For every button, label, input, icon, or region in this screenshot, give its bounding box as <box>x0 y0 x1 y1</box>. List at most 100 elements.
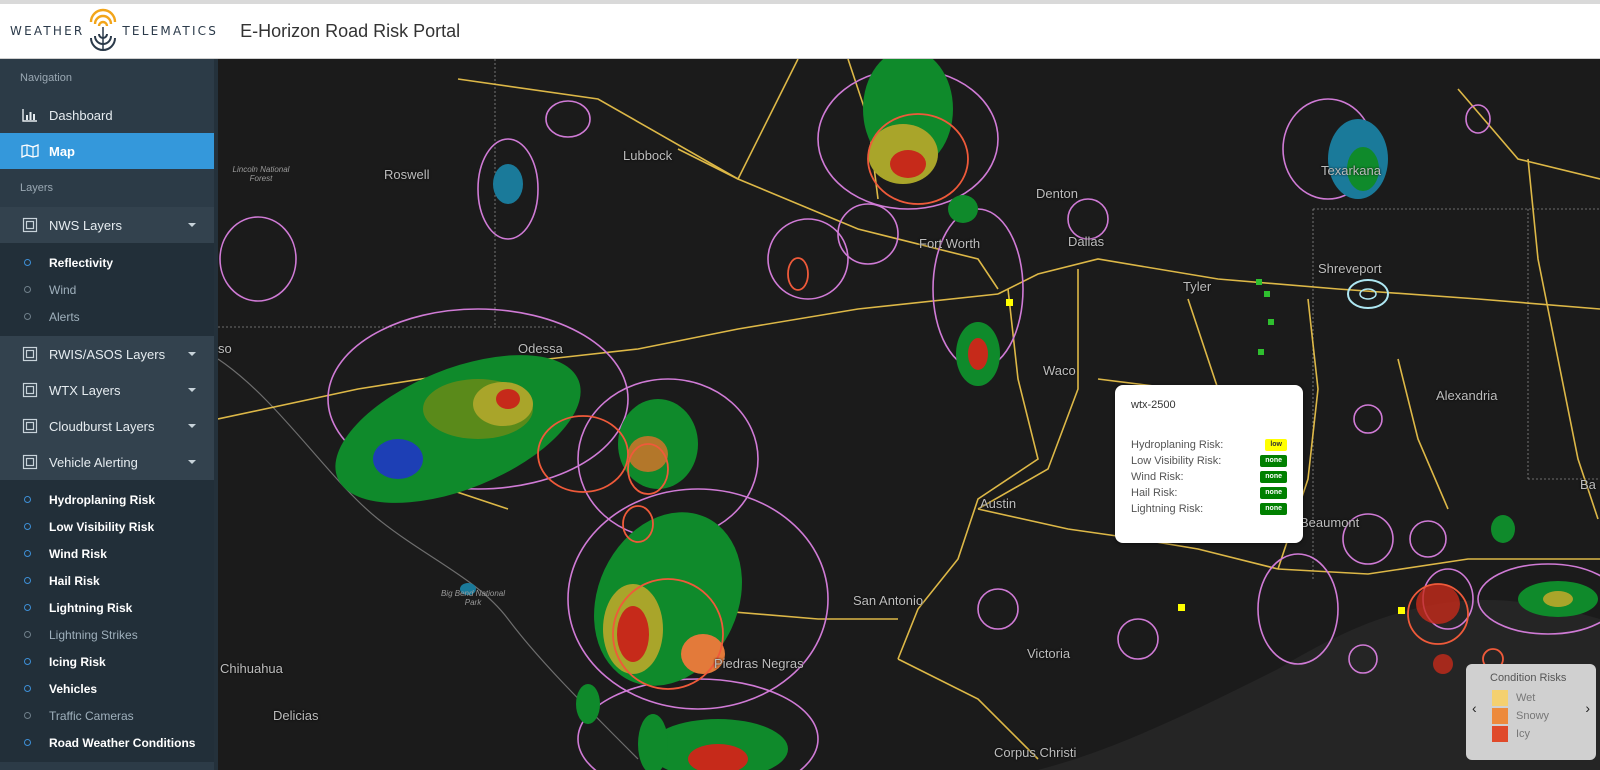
sidebar-item-label: NWS Layers <box>49 217 122 233</box>
city-label: Odessa <box>518 341 563 356</box>
legend-label: Icy <box>1516 728 1531 740</box>
vehicle-alerting-list: Hydroplaning Risk Low Visibility Risk Wi… <box>0 480 218 762</box>
city-label: Roswell <box>384 167 430 182</box>
condition-risks-legend: ‹ › Condition Risks Wet Snowy Icy <box>1466 664 1596 760</box>
risk-row: Lightning Risk: none <box>1131 501 1287 517</box>
chevron-down-icon <box>188 424 196 428</box>
risk-row: Low Visibility Risk: none <box>1131 453 1287 469</box>
city-label: Austin <box>980 496 1017 511</box>
legend-label: Snowy <box>1516 710 1550 722</box>
layer-toggle-wind[interactable]: Wind <box>0 276 218 303</box>
city-label: San Antonio <box>853 593 924 608</box>
sidebar-item-cloudburst-layers[interactable]: Cloudburst Layers <box>0 408 218 444</box>
sidebar-item-label: Dashboard <box>49 107 113 123</box>
city-label: Beaumont <box>1300 515 1360 530</box>
risk-label: Hydroplaning Risk: <box>1131 439 1224 451</box>
risk-row: Hydroplaning Risk: low <box>1131 437 1287 453</box>
radio-dot-icon <box>24 658 31 665</box>
sidebar-item-map[interactable]: Map <box>0 133 218 169</box>
radio-dot-icon <box>24 685 31 692</box>
layer-label: Vehicles <box>49 681 98 696</box>
chevron-down-icon <box>188 223 196 227</box>
layer-toggle-hydroplaning-risk[interactable]: Hydroplaning Risk <box>0 486 218 513</box>
layer-toggle-wind-risk[interactable]: Wind Risk <box>0 540 218 567</box>
legend-item-snowy: Snowy <box>1492 708 1549 724</box>
layer-label: Lightning Risk <box>49 600 133 615</box>
layer-toggle-reflectivity[interactable]: Reflectivity <box>0 249 218 276</box>
layer-toggle-low-visibility-risk[interactable]: Low Visibility Risk <box>0 513 218 540</box>
logo-text-right: TELEMATICS <box>122 24 219 38</box>
radio-dot-icon <box>24 739 31 746</box>
logo-signal-icon <box>86 8 120 54</box>
city-label: Victoria <box>1027 646 1071 661</box>
city-label: Alexandria <box>1436 388 1498 403</box>
navigation-section-label: Navigation <box>20 72 72 84</box>
layer-toggle-lightning-risk[interactable]: Lightning Risk <box>0 594 218 621</box>
radio-dot-icon <box>24 577 31 584</box>
park-label: Lincoln National Forest <box>232 165 290 183</box>
radio-dot-icon <box>24 631 31 638</box>
city-label: Dallas <box>1068 234 1105 249</box>
layer-label: Traffic Cameras <box>49 708 134 723</box>
city-label-edge: Ba <box>1580 477 1596 492</box>
layer-label: Road Weather Conditions <box>49 735 196 750</box>
chevron-left-icon[interactable]: ‹ <box>1472 700 1477 716</box>
risk-row: Wind Risk: none <box>1131 469 1287 485</box>
layer-label: Wind <box>49 282 77 297</box>
risk-badge: none <box>1260 455 1287 467</box>
city-label: Texarkana <box>1321 163 1381 178</box>
radio-dot-icon <box>24 496 31 503</box>
city-label: Delicias <box>273 708 319 723</box>
layer-label: Alerts <box>49 309 80 324</box>
vehicle-risk-popup[interactable]: wtx-2500 Hydroplaning Risk: low Low Visib… <box>1115 385 1303 543</box>
legend-swatch <box>1492 708 1508 724</box>
weather-telematics-logo[interactable]: WEATHER TELEMATICS <box>10 4 218 58</box>
sidebar-item-vehicle-alerting[interactable]: Vehicle Alerting <box>0 444 218 480</box>
sidebar-item-label: RWIS/ASOS Layers <box>49 346 166 362</box>
legend-swatch <box>1492 726 1508 742</box>
layer-toggle-road-weather-conditions[interactable]: Road Weather Conditions <box>0 729 218 756</box>
city-label: Waco <box>1043 363 1076 378</box>
nws-layer-list: Reflectivity Wind Alerts <box>0 243 218 336</box>
radio-dot-icon <box>24 712 31 719</box>
radio-dot-icon <box>24 523 31 530</box>
risk-badge: none <box>1260 471 1287 483</box>
sidebar-item-nws-layers[interactable]: NWS Layers <box>0 207 218 243</box>
radio-dot-icon <box>24 604 31 611</box>
layer-label: Low Visibility Risk <box>49 519 155 534</box>
sidebar-item-wtx-layers[interactable]: WTX Layers <box>0 372 218 408</box>
layer-toggle-lightning-strikes[interactable]: Lightning Strikes <box>0 621 218 648</box>
chevron-down-icon <box>188 388 196 392</box>
city-label: Piedras Negras <box>714 656 804 671</box>
layer-toggle-alerts[interactable]: Alerts <box>0 303 218 330</box>
legend-title: Condition Risks <box>1490 672 1567 684</box>
legend-swatch <box>1492 690 1508 706</box>
layers-section-label: Layers <box>20 182 54 194</box>
chevron-right-icon[interactable]: › <box>1585 700 1590 716</box>
chevron-down-icon <box>188 352 196 356</box>
city-label-edge: so <box>218 341 232 356</box>
map-canvas[interactable]: Roswell Lubbock Denton Fort Worth Dallas… <box>218 59 1600 770</box>
risk-label: Wind Risk: <box>1131 471 1184 483</box>
legend-item-icy: Icy <box>1492 726 1530 742</box>
layer-toggle-hail-risk[interactable]: Hail Risk <box>0 567 218 594</box>
logo-text-left: WEATHER <box>10 24 85 38</box>
map-icon <box>20 143 40 159</box>
layer-toggle-icing-risk[interactable]: Icing Risk <box>0 648 218 675</box>
layer-toggle-traffic-cameras[interactable]: Traffic Cameras <box>0 702 218 729</box>
layers-frame-icon <box>20 454 40 470</box>
layer-label: Icing Risk <box>49 654 106 669</box>
sidebar-item-dashboard[interactable]: Dashboard <box>0 97 218 133</box>
chevron-down-icon <box>188 460 196 464</box>
risk-badge: low <box>1265 439 1287 451</box>
layer-toggle-vehicles[interactable]: Vehicles <box>0 675 218 702</box>
page-title: E-Horizon Road Risk Portal <box>240 20 461 41</box>
risk-label: Lightning Risk: <box>1131 503 1204 515</box>
radio-dot-icon <box>24 313 31 320</box>
city-label: Shreveport <box>1318 261 1382 276</box>
sidebar-item-label: Cloudburst Layers <box>49 418 155 434</box>
sidebar-item-label: Vehicle Alerting <box>49 454 138 470</box>
layer-label: Hail Risk <box>49 573 100 588</box>
sidebar-item-label: WTX Layers <box>49 382 121 398</box>
sidebar-item-rwis-layers[interactable]: RWIS/ASOS Layers <box>0 336 218 372</box>
